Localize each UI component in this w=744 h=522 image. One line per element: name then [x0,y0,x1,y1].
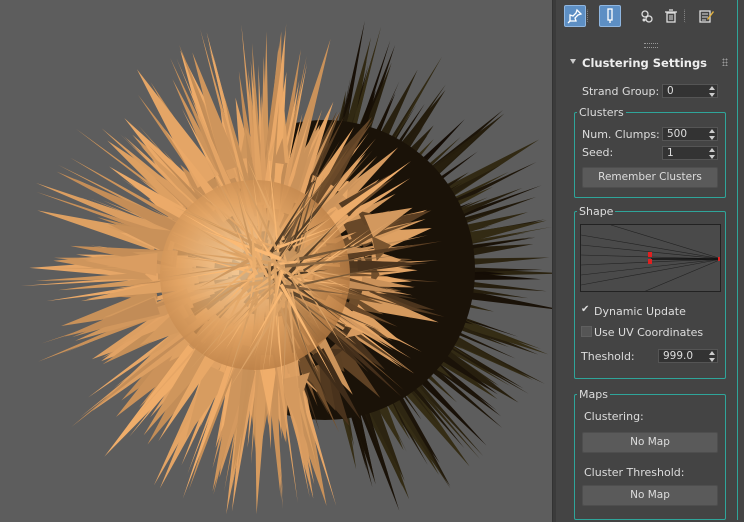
panel-grip[interactable] [644,43,658,48]
curve-point[interactable] [718,257,721,261]
pin-stack-button[interactable] [564,5,586,27]
make-unique-icon [641,10,653,23]
trash-icon [665,9,677,23]
rollout-title: Clustering Settings [582,56,708,70]
clustering-map-button[interactable]: No Map [582,432,718,453]
remove-modifier-button[interactable] [660,5,682,27]
rollout-drag-icon[interactable] [722,58,728,66]
toolbar-separator [587,9,591,23]
rollout-header-clustering[interactable]: Clustering Settings [566,54,736,72]
spinner-arrows-icon[interactable] [709,148,715,159]
seed-spinner[interactable]: 1 [662,146,718,160]
cluster-threshold-map-button[interactable]: No Map [582,485,718,506]
configure-icon [699,10,714,23]
strand-group-label: Strand Group: [582,85,660,98]
command-panel: Clustering Settings Strand Group: 0 Clus… [556,0,744,522]
threshold-spinner[interactable]: 999.0 [658,349,718,363]
spinner-arrows-icon[interactable] [709,129,715,140]
spinner-arrows-icon[interactable] [709,351,715,362]
toolbar-separator [684,9,688,23]
num-clumps-value: 500 [667,128,688,140]
strand-group-value: 0 [667,85,674,97]
spinner-arrows-icon[interactable] [709,86,715,97]
strand-group-spinner[interactable]: 0 [662,84,718,98]
shape-curve-editor[interactable] [580,224,721,292]
curve-graph [581,225,721,291]
num-clumps-spinner[interactable]: 500 [662,127,718,141]
make-unique-button[interactable] [636,5,658,27]
show-end-result-button[interactable] [599,5,621,27]
shape-group-title: Shape [577,205,616,218]
collapse-triangle-icon [570,59,576,64]
use-uv-coordinates-label: Use UV Coordinates [594,326,704,339]
cluster-threshold-map-label: Cluster Threshold: [584,466,685,479]
curve-point[interactable] [648,259,652,264]
remember-clusters-button[interactable]: Remember Clusters [582,167,718,188]
hair-ball-render [20,20,552,515]
curve-point[interactable] [648,252,652,257]
maps-group-title: Maps [577,388,610,401]
threshold-value: 999.0 [663,350,694,362]
use-uv-coordinates-checkbox[interactable] [581,326,592,337]
modifier-stack-icon [607,8,613,23]
dynamic-update-checkbox[interactable] [581,304,592,317]
pin-icon [567,8,583,24]
clustering-map-label: Clustering: [584,410,644,423]
dynamic-update-label: Dynamic Update [594,305,686,318]
seed-value: 1 [667,147,674,159]
threshold-label: Theshold: [581,350,635,363]
configure-modifier-sets-button[interactable] [695,5,717,27]
viewport[interactable] [0,0,552,522]
seed-label: Seed: [582,146,614,159]
modifier-toolbar [556,0,744,34]
clusters-group-title: Clusters [577,106,626,119]
num-clumps-label: Num. Clumps: [582,128,660,141]
